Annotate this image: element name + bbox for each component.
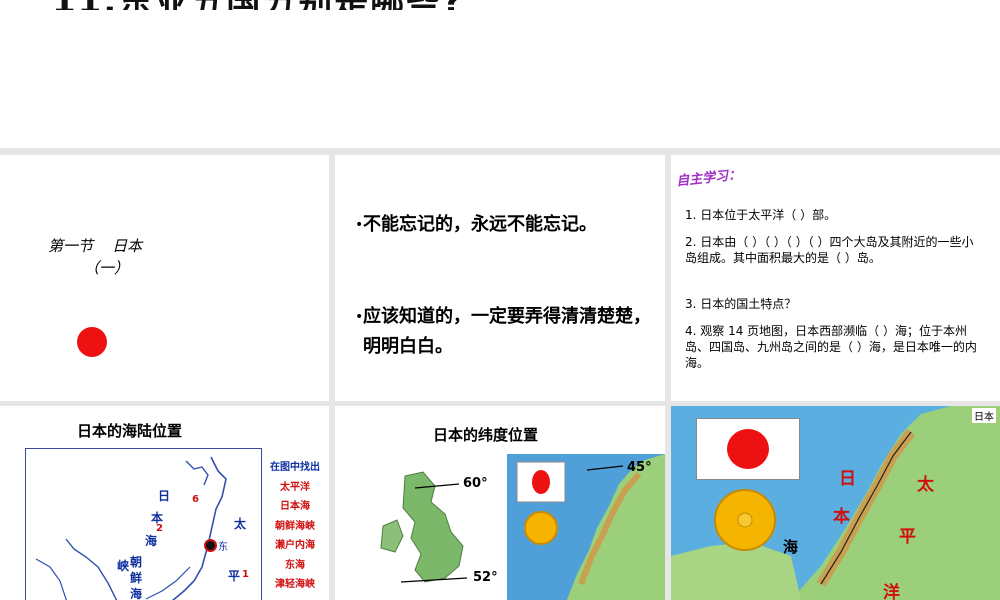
japan-outline-map: 日 本 海 2 6 峡 朝 鲜 海 太 平 1 东	[25, 448, 262, 600]
japan-flag	[696, 418, 800, 480]
legend-item: 濑户内海	[275, 540, 315, 551]
latitude-label-45: 45°	[627, 460, 652, 475]
slide1-title: 第一节 日本	[48, 237, 143, 255]
map-label-ri: 日	[158, 489, 171, 503]
map-label-yang: 洋	[883, 583, 900, 600]
bullet-dot-icon: •	[355, 217, 364, 233]
chrysanthemum-emblem-icon	[714, 489, 776, 551]
bullet-item: • 应该知道的，一定要弄得清清楚楚，明明白白。	[355, 302, 653, 362]
slide-thumbnail-6[interactable]: 日本 日 本 海 太 平 洋	[671, 406, 1000, 600]
slide-thumbnail-2[interactable]: • 不能忘记的，永远不能忘记。 • 应该知道的，一定要弄得清清楚楚，明明白白。	[335, 155, 665, 401]
map-label-hai: 海	[783, 538, 799, 556]
question-2: 2. 日本由（ ）（ ）（ ）（ ）四个大岛及其附近的一些小岛组成。其中面积最大…	[685, 235, 974, 265]
top-slide-title: 11.东亚五国分别是哪些?	[52, 0, 652, 10]
question-1: 1. 日本位于太平洋（ ）部。	[685, 208, 837, 222]
legend-heading: 在图中找出	[270, 462, 320, 473]
slide-thumbnail-5[interactable]: 日本的纬度位置 60° 52° 45°	[335, 406, 665, 600]
map-outline-icon	[35, 456, 227, 600]
map-label-xian: 鲜	[130, 571, 143, 585]
slide1-subtitle: （一）	[84, 259, 130, 277]
bullet-item: • 不能忘记的，永远不能忘记。	[355, 210, 653, 240]
slide-thumbnail-1[interactable]: 第一节 日本 （一）	[0, 155, 329, 401]
legend-item: 朝鲜海峡	[275, 520, 315, 532]
bullet-text: 应该知道的，一定要弄得清清楚楚，明明白白。	[363, 306, 651, 357]
slide-thumbnail-3[interactable]: 自主学习： 1. 日本位于太平洋（ ）部。 2. 日本由（ ）（ ）（ ）（ ）…	[671, 155, 1000, 401]
japan-relief-map: 45°	[507, 454, 665, 600]
map-legend: 在图中找出 太平洋 日本海 朝鲜海峡 濑户内海 东海 津轻海峡	[262, 458, 328, 595]
tokyo-marker-icon	[204, 539, 217, 552]
top-area	[0, 0, 1000, 148]
japan-terrain-icon	[516, 454, 665, 600]
map-number-6: 6	[192, 494, 199, 505]
legend-item: 津轻海峡	[275, 579, 315, 590]
sea-land-position-title: 日本的海陆位置	[77, 422, 183, 440]
japan-large-map: 日本 日 本 海 太 平 洋	[671, 406, 1000, 600]
map-label-tai: 太	[234, 517, 247, 531]
slide-thumbnail-4[interactable]: 日本的海陆位置 日 本 海 2 6 峡 朝 鲜 海 太 平 1 东 在图中找出 …	[0, 406, 329, 600]
self-study-heading: 自主学习：	[675, 167, 742, 190]
map-corner-label: 日本	[972, 408, 996, 423]
map-label-tokyo: 东	[218, 542, 228, 553]
map-label-hai2: 海	[130, 587, 143, 600]
latitude-label-60: 60°	[463, 476, 488, 491]
question-3: 3. 日本的国土特点？	[685, 297, 797, 311]
bullet-dot-icon: •	[355, 309, 364, 325]
bullet-text: 不能忘记的，永远不能忘记。	[363, 214, 597, 235]
map-label-hai: 海	[145, 534, 158, 548]
map-label-xia: 峡	[117, 559, 130, 573]
map-label-ri: 日	[839, 469, 856, 489]
map-label-ben: 本	[833, 507, 850, 527]
flag-sun-icon	[727, 429, 769, 469]
latitude-label-52: 52°	[473, 570, 498, 585]
legend-item: 日本海	[280, 501, 310, 512]
legend-item: 太平洋	[280, 481, 310, 493]
map-label-ping: 平	[899, 527, 916, 547]
map-label-tai: 太	[917, 475, 934, 495]
map-label-chao: 朝	[130, 555, 143, 569]
red-sun-circle	[77, 327, 107, 357]
map-label-ping: 平	[228, 569, 241, 583]
legend-item: 东海	[285, 559, 305, 571]
question-4: 4. 观察 14 页地图，日本西部濒临（ ）海；位于本州岛、四国岛、九州岛之间的…	[685, 324, 977, 370]
map-number-1: 1	[242, 569, 249, 580]
map-number-2: 2	[156, 523, 163, 534]
